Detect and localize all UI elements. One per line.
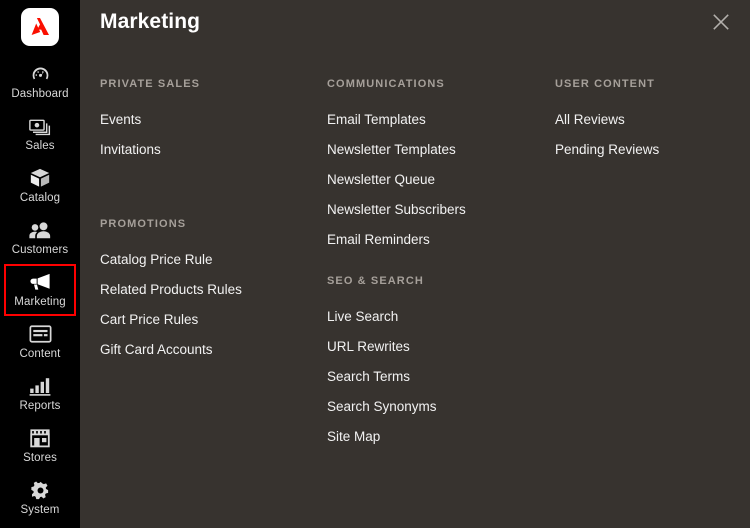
menu-item-live-search[interactable]: Live Search — [327, 302, 555, 332]
menu-item-newsletter-queue[interactable]: Newsletter Queue — [327, 165, 555, 195]
adobe-logo — [21, 8, 59, 46]
menu-item-email-reminders[interactable]: Email Reminders — [327, 225, 555, 255]
sidebar-item-marketing[interactable]: Marketing — [4, 264, 76, 316]
content-icon — [29, 323, 52, 345]
logo-container[interactable] — [19, 6, 61, 48]
dashboard-icon — [30, 63, 51, 85]
menu-group-title: PRIVATE SALES — [100, 78, 201, 90]
sidebar-item-sales[interactable]: Sales — [4, 108, 76, 160]
sidebar-item-customers[interactable]: Customers — [4, 212, 76, 264]
close-button[interactable] — [708, 9, 734, 35]
menu-group-list: All Reviews Pending Reviews — [555, 105, 750, 165]
menu-item-search-terms[interactable]: Search Terms — [327, 362, 555, 392]
menu-group-communications: COMMUNICATIONS Email Templates Newslette… — [327, 77, 555, 255]
system-icon — [30, 479, 51, 501]
menu-group-list: Catalog Price Rule Related Products Rule… — [100, 245, 327, 365]
menu-group-private-sales: PRIVATE SALES Events Invitations — [100, 77, 327, 165]
menu-group-user-content: USER CONTENT All Reviews Pending Reviews — [555, 77, 750, 165]
menu-group-title: USER CONTENT — [555, 78, 655, 90]
sidebar-item-label: Customers — [11, 244, 69, 256]
menu-column-1: PRIVATE SALES Events Invitations PROMOTI… — [80, 48, 327, 528]
marketing-icon — [29, 271, 52, 293]
menu-item-cart-price-rules[interactable]: Cart Price Rules — [100, 305, 327, 335]
main-sidebar: Dashboard Sales Catalog Customers Market… — [0, 0, 80, 528]
menu-item-related-products-rules[interactable]: Related Products Rules — [100, 275, 327, 305]
menu-item-email-templates[interactable]: Email Templates — [327, 105, 555, 135]
sidebar-item-catalog[interactable]: Catalog — [4, 160, 76, 212]
close-icon — [713, 14, 729, 30]
sidebar-item-dashboard[interactable]: Dashboard — [4, 56, 76, 108]
customers-icon — [28, 219, 52, 241]
menu-group-list: Email Templates Newsletter Templates New… — [327, 105, 555, 255]
menu-item-site-map[interactable]: Site Map — [327, 422, 555, 452]
menu-group-seo-search: SEO & SEARCH Live Search URL Rewrites Se… — [327, 274, 555, 452]
sidebar-item-label: Sales — [25, 140, 55, 152]
sidebar-item-label: Content — [19, 348, 61, 360]
menu-group-title: PROMOTIONS — [100, 218, 187, 230]
sales-icon — [28, 115, 52, 137]
admin-menu-overlay: Dashboard Sales Catalog Customers Market… — [0, 0, 750, 528]
menu-item-invitations[interactable]: Invitations — [100, 135, 327, 165]
page-title: Marketing — [100, 10, 201, 33]
menu-column-2: COMMUNICATIONS Email Templates Newslette… — [327, 48, 555, 528]
menu-columns: PRIVATE SALES Events Invitations PROMOTI… — [80, 48, 750, 528]
sidebar-item-label: Stores — [23, 452, 57, 464]
menu-item-gift-card-accounts[interactable]: Gift Card Accounts — [100, 335, 327, 365]
menu-group-promotions: PROMOTIONS Catalog Price Rule Related Pr… — [100, 217, 327, 365]
sidebar-item-content[interactable]: Content — [4, 316, 76, 368]
menu-item-newsletter-subscribers[interactable]: Newsletter Subscribers — [327, 195, 555, 225]
menu-item-catalog-price-rule[interactable]: Catalog Price Rule — [100, 245, 327, 275]
sidebar-item-system[interactable]: System — [4, 472, 76, 524]
sidebar-item-stores[interactable]: Stores — [4, 420, 76, 472]
adobe-a-glyph — [31, 18, 49, 35]
menu-item-newsletter-templates[interactable]: Newsletter Templates — [327, 135, 555, 165]
menu-item-events[interactable]: Events — [100, 105, 327, 135]
sidebar-item-reports[interactable]: Reports — [4, 368, 76, 420]
menu-item-url-rewrites[interactable]: URL Rewrites — [327, 332, 555, 362]
marketing-menu-panel: Marketing PRIVATE SALES Events Invitatio… — [80, 0, 750, 528]
sidebar-item-label: System — [20, 504, 60, 516]
sidebar-item-label: Reports — [19, 400, 61, 412]
menu-item-all-reviews[interactable]: All Reviews — [555, 105, 750, 135]
menu-item-search-synonyms[interactable]: Search Synonyms — [327, 392, 555, 422]
sidebar-item-label: Marketing — [14, 296, 66, 308]
menu-group-title: COMMUNICATIONS — [327, 78, 445, 90]
sidebar-nav: Dashboard Sales Catalog Customers Market… — [0, 56, 80, 524]
catalog-icon — [29, 167, 51, 189]
sidebar-item-label: Catalog — [19, 192, 61, 204]
menu-group-title: SEO & SEARCH — [327, 275, 424, 287]
menu-column-3: USER CONTENT All Reviews Pending Reviews — [555, 48, 750, 528]
panel-header: Marketing — [80, 0, 750, 48]
menu-group-list: Events Invitations — [100, 105, 327, 165]
reports-icon — [29, 375, 51, 397]
stores-icon — [29, 427, 51, 449]
menu-item-pending-reviews[interactable]: Pending Reviews — [555, 135, 750, 165]
sidebar-item-label: Dashboard — [11, 88, 69, 100]
menu-group-list: Live Search URL Rewrites Search Terms Se… — [327, 302, 555, 452]
